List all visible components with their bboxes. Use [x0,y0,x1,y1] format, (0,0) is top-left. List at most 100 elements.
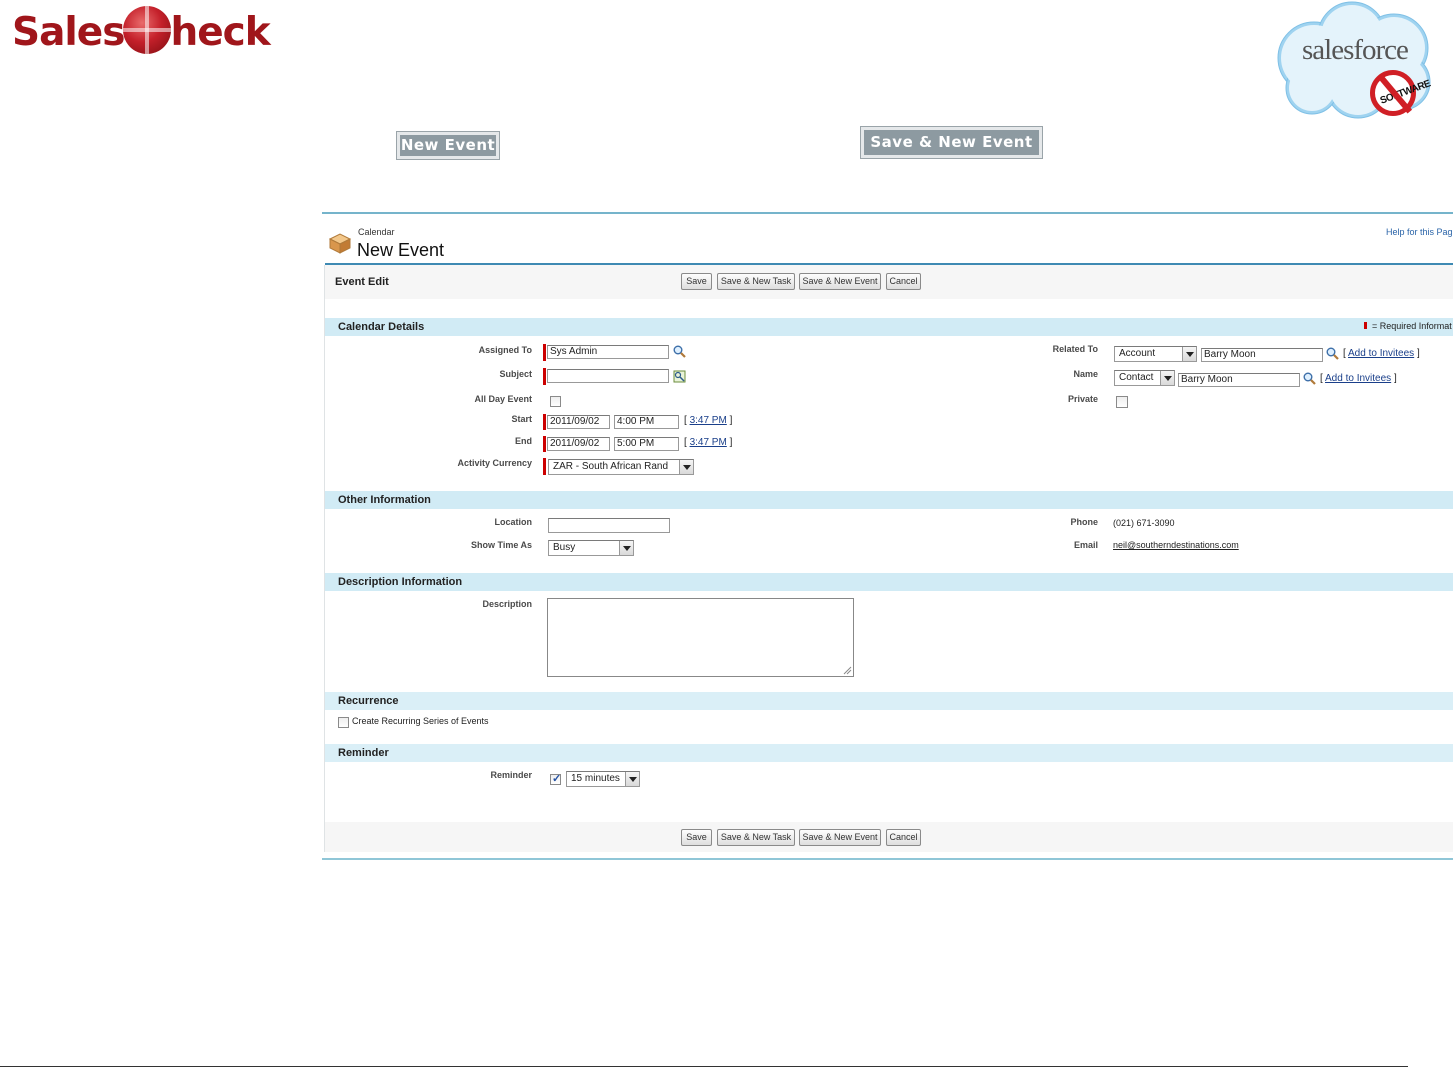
help-link[interactable]: Help for this Pag [1386,227,1453,237]
subject-input[interactable] [547,369,669,383]
name-add-invitees-link[interactable]: Add to Invitees [1325,373,1391,384]
frame-top-border [322,212,1453,214]
required-legend: = Required Informat [1372,321,1452,331]
reminder-checkbox[interactable] [550,772,561,785]
chevron-down-icon [1182,347,1196,361]
lookup-icon[interactable] [673,345,686,358]
section-reminder: Reminder [325,744,1453,762]
required-indicator [543,368,546,385]
description-label: Description [482,599,532,609]
name-type-select[interactable]: Contact [1114,370,1175,386]
reminder-select[interactable]: 15 minutes [566,771,640,787]
related-to-input[interactable]: Barry Moon [1201,348,1323,362]
related-add-invitees-wrapper: [ Add to Invitees ] [1343,348,1420,359]
save-button-top[interactable]: Save [681,273,712,290]
all-day-event-label: All Day Event [474,394,532,404]
name-add-invitees-wrapper: [ Add to Invitees ] [1320,373,1397,384]
salesforce-wordmark: salesforce [1302,34,1409,66]
start-now-link[interactable]: 3:47 PM [690,415,727,426]
required-marker [1364,322,1367,329]
show-time-as-value: Busy [553,542,576,553]
chevron-down-icon [679,460,693,474]
lookup-icon[interactable] [1326,347,1339,360]
save-new-task-button-top[interactable]: Save & New Task [717,273,795,290]
cancel-button-bottom[interactable]: Cancel [886,829,921,846]
show-time-as-select[interactable]: Busy [548,540,634,556]
page-bottom-rule [0,1066,1408,1067]
chevron-down-icon [625,772,639,786]
email-link[interactable]: neil@southerndestinations.com [1113,540,1239,550]
section-title: Reminder [338,747,389,759]
no-sign-icon: SOFTWARE [1370,70,1432,116]
end-now-link-wrapper: [ 3:47 PM ] [684,437,733,448]
name-label: Name [1073,369,1098,379]
combobox-icon[interactable] [673,370,686,383]
recurring-label: Create Recurring Series of Events [352,716,489,726]
save-new-event-button-top[interactable]: Save & New Event [799,273,881,290]
required-indicator [543,344,546,361]
description-textarea[interactable] [547,598,854,677]
show-time-as-label: Show Time As [470,540,532,550]
assigned-to-input[interactable]: Sys Admin [547,345,669,359]
name-input[interactable]: Barry Moon [1178,373,1300,387]
activity-currency-value: ZAR - South African Rand [553,461,669,472]
activity-currency-label: Activity Currency [457,458,532,468]
assigned-to-label: Assigned To [478,345,532,355]
activity-currency-select[interactable]: ZAR - South African Rand [548,459,694,475]
logo-right-text: heck [170,10,270,55]
end-time-input[interactable]: 5:00 PM [614,437,679,451]
required-indicator [543,414,546,430]
frame-bottom-border [322,858,1453,860]
required-indicator [543,436,546,452]
section-recurrence: Recurrence [325,692,1453,710]
phone-value: (021) 671-3090 [1113,518,1175,528]
all-day-event-checkbox[interactable] [550,396,561,407]
section-title: Description Information [338,576,463,588]
recurring-checkbox[interactable] [338,717,349,728]
required-indicator [543,458,546,475]
save-button-bottom[interactable]: Save [681,829,712,846]
chevron-down-icon [1160,371,1174,385]
saleschek-logo: Sales heck [12,6,271,57]
section-calendar-details: Calendar Details [325,318,1453,336]
related-add-invitees-link[interactable]: Add to Invitees [1348,348,1414,359]
reminder-value: 15 minutes [571,773,620,784]
section-title: Recurrence [338,695,399,707]
salesforce-cloud-logo: salesforce SOFTWARE [1272,0,1437,128]
cancel-button-top[interactable]: Cancel [886,273,921,290]
location-label: Location [494,517,533,527]
reminder-label: Reminder [490,770,532,780]
save-new-event-button-bottom[interactable]: Save & New Event [799,829,881,846]
new-event-button[interactable]: New Event [396,131,500,160]
chevron-down-icon [619,541,633,555]
start-label: Start [511,414,532,424]
lookup-icon[interactable] [1303,372,1316,385]
name-type-value: Contact [1119,372,1154,383]
logo-left-text: Sales [12,10,125,55]
end-now-link[interactable]: 3:47 PM [690,437,727,448]
private-checkbox[interactable] [1116,396,1128,408]
related-to-type-value: Account [1119,348,1156,359]
end-label: End [515,436,532,446]
breadcrumb[interactable]: Calendar [358,227,395,237]
related-to-type-select[interactable]: Account [1114,346,1197,362]
related-to-label: Related To [1052,344,1098,354]
save-new-event-large-button[interactable]: Save & New Event [860,126,1043,159]
resize-handle-icon[interactable] [843,666,852,675]
page-block-title: Event Edit [335,276,389,288]
calendar-icon [328,233,352,254]
subject-label: Subject [499,369,532,379]
end-date-input[interactable]: 2011/09/02 [547,437,610,451]
section-title: Other Information [338,494,431,506]
section-other-information: Other Information [325,491,1453,509]
globe-icon [123,6,172,54]
start-date-input[interactable]: 2011/09/02 [547,415,610,429]
private-label: Private [1067,394,1098,404]
phone-label: Phone [1070,517,1098,527]
save-new-task-button-bottom[interactable]: Save & New Task [717,829,795,846]
section-title: Calendar Details [338,321,425,333]
section-description-information: Description Information [325,573,1453,591]
page-title: New Event [357,240,445,260]
start-time-input[interactable]: 4:00 PM [614,415,679,429]
location-input[interactable] [548,518,670,533]
